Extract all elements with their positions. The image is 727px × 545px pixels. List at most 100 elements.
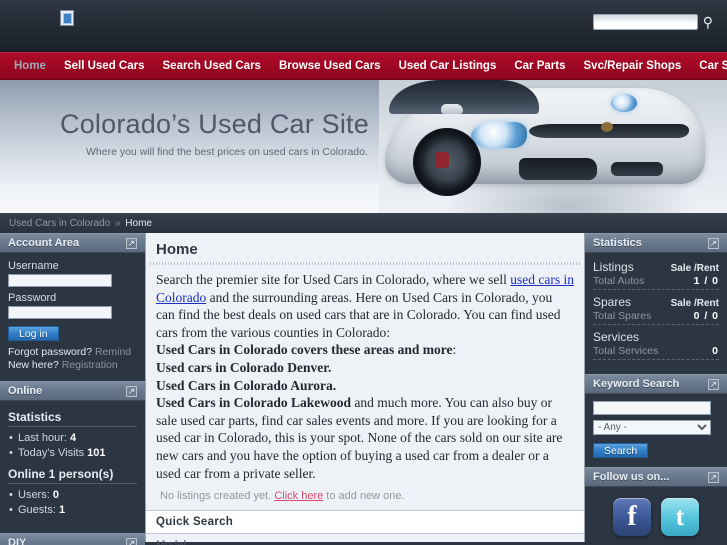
keyword-search-button[interactable]: Search [593,443,649,458]
model-label: Model [156,539,584,545]
total-spares-label: Total Spares [593,310,652,322]
collapse-icon[interactable]: ↗ [126,385,137,397]
guests-value: 1 [58,504,66,516]
collapse-icon[interactable]: ↗ [126,237,137,249]
username-input[interactable] [8,274,112,287]
header-search: ⚲ [592,14,713,30]
intro-part-2: and the surrounding areas. Here on Used … [156,289,561,340]
no-listings-post: to add new one. [323,490,405,503]
forgot-password-text: Forgot password? [8,346,93,358]
statistics-block-header[interactable]: Statistics ↗ [585,233,727,253]
nav-item-home[interactable]: Home [0,52,55,80]
keyword-search-body: - Any - Search [585,394,727,467]
account-links: Forgot password? Remind New here? Regist… [8,346,137,372]
total-spares-value: 0 / 0 [693,310,719,322]
online-block-header[interactable]: Online ↗ [0,381,145,401]
list-item: Today's Visits 101 [9,446,137,461]
remind-link[interactable]: Remind [95,346,131,358]
diy-block-title: DIY [8,537,27,545]
nav-item-svc-repair-shops[interactable]: Svc/Repair Shops [575,52,691,80]
social-links: f t [593,494,719,538]
facebook-glyph: f [627,501,637,532]
top-header-bar: ⚲ [0,0,727,52]
nav-item-car-parts[interactable]: Car Parts [505,52,574,80]
facebook-icon[interactable]: f [613,498,651,536]
account-area-title: Account Area [8,237,80,249]
login-button[interactable]: Log in [8,326,59,341]
services-group: Services [593,330,719,344]
diy-block-header[interactable]: DIY ↗ [0,533,145,545]
header-search-input[interactable] [592,14,698,30]
twitter-icon[interactable]: t [661,498,699,536]
nav-item-sell-used-cars[interactable]: Sell Used Cars [55,52,154,80]
hero-banner: Colorado’s Used Car Site Where you will … [0,80,727,215]
registration-link[interactable]: Registration [62,359,118,371]
areas-heading: Used Cars in Colorado covers these areas… [156,342,453,358]
intro-text: Search the premier site for Used Cars in… [146,265,584,482]
left-sidebar: Account Area ↗ Username Password Log in … [0,233,145,545]
car-roof-shape [389,80,539,114]
quick-search-header: Quick Search [146,510,584,535]
statistics-block-body: Listings Sale /Rent Total Autos 1 / 0 Sp… [585,253,727,374]
banner-title: Colorado’s Used Car Site [60,109,369,139]
statistics-heading: Statistics [8,410,137,427]
page-root: ⚲ Home Sell Used Cars Search Used Cars B… [0,0,727,545]
quick-search-body: Model - Any - - Any - [146,534,584,545]
nav-item-browse-used-cars[interactable]: Browse Used Cars [270,52,390,80]
keyword-search-input[interactable] [593,401,711,415]
follow-us-header[interactable]: Follow us on... ↗ [585,467,727,487]
page-title: Home [156,241,198,258]
car-brake-caliper-shape [435,152,449,168]
car-badge-icon [601,122,613,132]
password-input[interactable] [8,306,112,319]
collapse-icon[interactable]: ↗ [708,237,719,249]
nav-item-search-used-cars[interactable]: Search Used Cars [154,52,270,80]
car-grille-shape [519,158,597,180]
area-lakewood: Used Cars in Colorado Lakewood [156,395,352,411]
total-services-label: Total Services [593,345,659,357]
todays-visits-value: 101 [87,447,106,459]
main-navigation: Home Sell Used Cars Search Used Cars Bro… [0,52,727,80]
list-item: Guests: 1 [9,503,137,518]
site-logo[interactable] [60,10,74,26]
last-hour-value: 4 [69,432,77,444]
keyword-category-select[interactable]: - Any - [593,420,711,435]
no-listings-pre: No listings created yet. [160,490,275,503]
listings-sale-rent-label: Sale /Rent [670,263,719,274]
car-headlight-secondary-icon [611,94,637,112]
services-label: Services [593,330,640,344]
spares-label: Spares [593,295,632,309]
online-block-body: Statistics Last hour: 4 Today's Visits 1… [0,401,145,533]
list-item: Last hour: 4 [9,431,137,446]
car-headlight-icon [471,122,527,148]
table-row: Total Spares 0 / 0 [593,309,719,325]
last-hour-label: Last hour: [18,432,67,444]
account-area-header[interactable]: Account Area ↗ [0,233,145,253]
account-area-body: Username Password Log in Forgot password… [0,253,145,381]
username-label: Username [8,260,59,272]
car-mirror-shape [441,104,463,114]
banner-subtitle: Where you will find the best prices on u… [86,146,368,158]
collapse-icon[interactable]: ↗ [126,537,137,545]
breadcrumb-root[interactable]: Used Cars in Colorado [9,218,110,229]
sports-car-image [379,80,727,213]
table-row: Total Autos 1 / 0 [593,274,719,290]
guests-label: Guests: [18,504,56,516]
spares-group: Spares Sale /Rent [593,295,719,309]
add-listing-link[interactable]: Click here [274,490,323,502]
search-icon[interactable]: ⚲ [703,15,713,29]
collapse-icon[interactable]: ↗ [708,378,719,390]
nav-item-car-sales-events[interactable]: Car Sales Events [690,52,727,80]
collapse-icon[interactable]: ↗ [708,471,719,483]
area-aurora: Used Cars in Colorado Aurora. [156,377,337,393]
table-row: Total Services 0 [593,344,719,360]
follow-us-body: f t [585,487,727,545]
keyword-search-header[interactable]: Keyword Search ↗ [585,374,727,394]
listings-group: Listings Sale /Rent [593,260,719,274]
statistics-block-title: Statistics [593,237,642,249]
total-services-value: 0 [712,345,719,357]
breadcrumb: Used Cars in Colorado » Home [0,215,727,233]
todays-visits-label: Today's Visits [18,447,85,459]
nav-item-used-car-listings[interactable]: Used Car Listings [390,52,506,80]
new-here-text: New here? [8,359,59,371]
